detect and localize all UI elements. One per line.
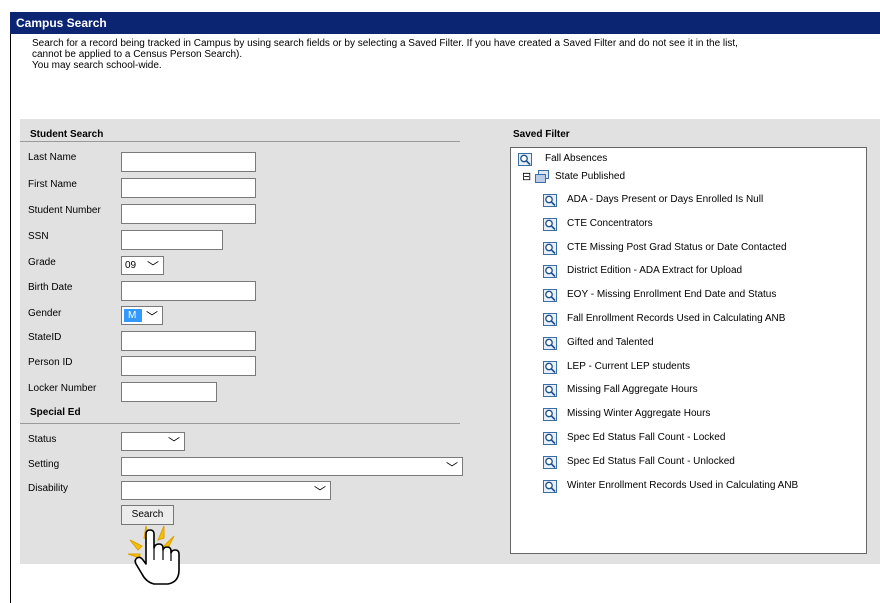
last-name-input[interactable] bbox=[121, 152, 256, 172]
filter-item[interactable]: Spec Ed Status Fall Count - Unlocked bbox=[567, 455, 735, 469]
locker-number-input[interactable] bbox=[121, 382, 217, 402]
disability-label: Disability bbox=[28, 483, 69, 494]
ssn-input[interactable] bbox=[121, 230, 223, 250]
intro-text: Search for a record being tracked in Cam… bbox=[32, 38, 880, 71]
chevron-down-icon: ﹀ bbox=[167, 436, 180, 450]
filter-icon bbox=[543, 384, 557, 398]
intro-line-3: You may search school-wide. bbox=[32, 60, 162, 71]
filter-icon bbox=[543, 241, 557, 255]
filter-item[interactable]: Gifted and Talented bbox=[567, 336, 654, 350]
filter-item[interactable]: CTE Missing Post Grad Status or Date Con… bbox=[567, 241, 787, 255]
divider bbox=[20, 141, 460, 142]
filter-item[interactable]: CTE Concentrators bbox=[567, 217, 653, 231]
collapse-toggle-icon[interactable]: ⊟ bbox=[522, 170, 531, 184]
filter-item[interactable]: District Edition - ADA Extract for Uploa… bbox=[567, 264, 742, 278]
birth-date-input[interactable] bbox=[121, 281, 256, 301]
intro-line-2: cannot be applied to a Census Person Sea… bbox=[32, 49, 243, 60]
filter-item[interactable]: Missing Winter Aggregate Hours bbox=[567, 407, 710, 421]
filter-icon bbox=[543, 217, 557, 231]
status-label: Status bbox=[28, 434, 57, 445]
setting-label: Setting bbox=[28, 459, 60, 470]
chevron-down-icon: ﹀ bbox=[146, 260, 159, 274]
student-search-header: Student Search bbox=[30, 129, 104, 140]
filter-item[interactable]: Missing Fall Aggregate Hours bbox=[567, 383, 698, 397]
grade-select[interactable]: 09 ﹀ bbox=[121, 256, 164, 275]
hand-cursor-icon bbox=[127, 525, 180, 585]
filter-icon bbox=[543, 360, 557, 374]
window-title: Campus Search bbox=[10, 12, 880, 34]
filter-item[interactable]: LEP - Current LEP students bbox=[567, 360, 690, 374]
status-select[interactable]: ﹀ bbox=[121, 432, 185, 451]
chevron-down-icon: ﹀ bbox=[313, 485, 326, 499]
person-id-input[interactable] bbox=[121, 356, 256, 376]
student-number-label: Student Number bbox=[28, 205, 101, 216]
ssn-label: SSN bbox=[28, 231, 49, 242]
filter-icon bbox=[543, 336, 557, 350]
setting-select[interactable]: ﹀ bbox=[121, 457, 463, 476]
chevron-down-icon: ﹀ bbox=[445, 461, 458, 475]
filter-item[interactable]: ADA - Days Present or Days Enrolled Is N… bbox=[567, 193, 763, 207]
saved-filter-list: Fall Absences ⊟ State Published ADA - Da… bbox=[510, 147, 867, 554]
last-name-label: Last Name bbox=[28, 152, 77, 163]
intro-line-1: Search for a record being tracked in Cam… bbox=[32, 38, 738, 49]
filter-icon bbox=[543, 479, 557, 493]
filter-item[interactable]: EOY - Missing Enrollment End Date and St… bbox=[567, 288, 776, 302]
grade-label: Grade bbox=[28, 257, 56, 268]
locker-number-label: Locker Number bbox=[28, 383, 97, 394]
saved-filter-header: Saved Filter bbox=[513, 129, 570, 140]
state-id-label: StateID bbox=[28, 332, 62, 343]
folder-state-published[interactable]: State Published bbox=[555, 170, 625, 184]
person-id-label: Person ID bbox=[28, 357, 73, 368]
gender-value: M bbox=[128, 310, 137, 321]
state-id-input[interactable] bbox=[121, 331, 256, 351]
filter-icon bbox=[543, 432, 557, 445]
filter-icon bbox=[543, 408, 557, 422]
first-name-label: First Name bbox=[28, 179, 77, 190]
filter-icon bbox=[543, 313, 557, 326]
filter-icon bbox=[543, 265, 557, 279]
filter-icon bbox=[518, 153, 532, 166]
filter-icon bbox=[543, 194, 557, 207]
filter-item[interactable]: Spec Ed Status Fall Count - Locked bbox=[567, 431, 725, 445]
special-ed-header: Special Ed bbox=[30, 407, 81, 418]
filter-item[interactable]: Fall Enrollment Records Used in Calculat… bbox=[567, 312, 785, 326]
gender-select[interactable]: M ﹀ bbox=[121, 306, 163, 325]
filter-item[interactable]: Winter Enrollment Records Used in Calcul… bbox=[567, 479, 798, 493]
folder-icon bbox=[535, 170, 549, 183]
filter-icon bbox=[543, 455, 557, 469]
disability-select[interactable]: ﹀ bbox=[121, 481, 331, 500]
birth-date-label: Birth Date bbox=[28, 282, 73, 293]
first-name-input[interactable] bbox=[121, 178, 256, 198]
grade-value: 09 bbox=[125, 260, 137, 271]
student-number-input[interactable] bbox=[121, 204, 256, 224]
gender-label: Gender bbox=[28, 308, 62, 319]
filter-icon bbox=[543, 289, 557, 303]
divider bbox=[20, 423, 460, 424]
filter-item-fall-absences[interactable]: Fall Absences bbox=[545, 152, 607, 166]
chevron-down-icon: ﹀ bbox=[145, 310, 158, 324]
